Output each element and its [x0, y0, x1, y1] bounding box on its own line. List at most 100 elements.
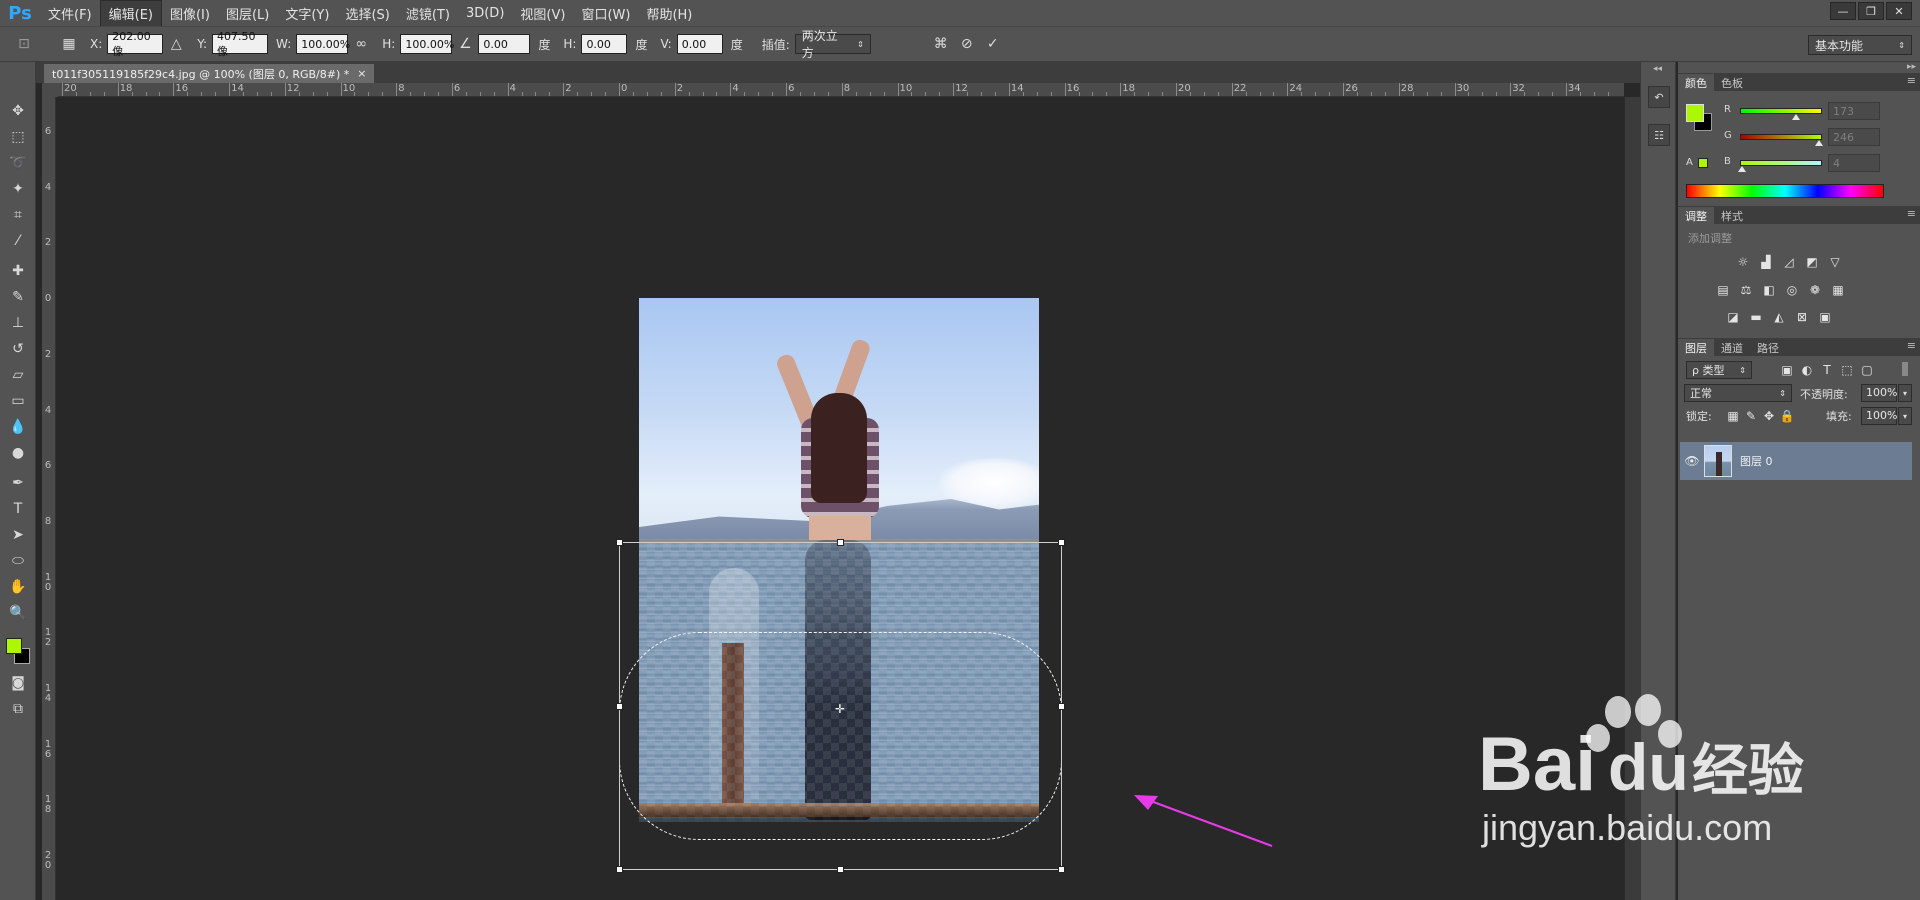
restore-button[interactable]: ❐ [1858, 2, 1884, 20]
color-lookup-icon[interactable]: ▦ [1829, 282, 1847, 298]
eraser-tool-icon[interactable]: ▱ [6, 364, 30, 386]
panel-menu-icon[interactable]: ≡ [1907, 207, 1916, 220]
menu-edit[interactable]: 编辑(E) [99, 0, 162, 27]
channel-mixer-icon[interactable]: ❁ [1806, 282, 1824, 298]
expand-arrows-icon[interactable]: ▸▸ [1907, 62, 1916, 72]
blend-mode-select[interactable]: 正常 ⇕ [1684, 384, 1792, 402]
magic-wand-tool-icon[interactable]: ✦ [6, 178, 30, 200]
photo-filter-icon[interactable]: ◎ [1783, 282, 1801, 298]
menu-filter[interactable]: 滤镜(T) [398, 1, 458, 26]
history-brush-tool-icon[interactable]: ↺ [6, 338, 30, 360]
handle-bottom-left[interactable] [616, 866, 623, 873]
tab-swatches[interactable]: 色板 [1714, 74, 1750, 91]
handle-top-center[interactable] [837, 539, 844, 546]
dodge-tool-icon[interactable]: ● [6, 442, 30, 464]
menu-layer[interactable]: 图层(L) [218, 1, 277, 26]
opacity-field[interactable]: 100% [1861, 384, 1897, 402]
width-field[interactable]: 100.00% [296, 34, 350, 54]
filter-smart-icon[interactable]: ▢ [1858, 362, 1876, 378]
selective-color-icon[interactable]: ⊠ [1793, 309, 1811, 325]
menu-3d[interactable]: 3D(D) [458, 3, 512, 24]
menu-type[interactable]: 文字(Y) [277, 1, 337, 26]
menu-window[interactable]: 窗口(W) [573, 1, 638, 26]
threshold-icon[interactable]: ◭ [1770, 309, 1788, 325]
path-selection-tool-icon[interactable]: ➤ [6, 524, 30, 546]
history-panel-icon[interactable]: ↶ [1648, 86, 1670, 108]
eyedropper-tool-icon[interactable]: ⁄ [6, 230, 30, 252]
screen-mode-icon[interactable]: ⧉ [6, 698, 30, 720]
interpolation-select[interactable]: 两次立方 ⇕ [794, 29, 871, 60]
gradient-map-icon[interactable]: ▣ [1816, 309, 1834, 325]
panel-menu-icon[interactable]: ≡ [1907, 339, 1916, 352]
panel-menu-icon[interactable]: ≡ [1907, 74, 1916, 87]
fill-field[interactable]: 100% [1861, 407, 1897, 425]
menu-select[interactable]: 选择(S) [337, 1, 397, 26]
crop-tool-icon[interactable]: ⌗ [6, 204, 30, 226]
blur-tool-icon[interactable]: 💧 [6, 416, 30, 438]
tab-adjustments[interactable]: 调整 [1678, 207, 1714, 224]
handle-top-right[interactable] [1058, 539, 1065, 546]
angle-field[interactable]: 0.00 [478, 34, 531, 54]
hand-tool-icon[interactable]: ✋ [6, 576, 30, 598]
ellipse-tool-icon[interactable]: ⬭ [6, 550, 30, 572]
close-window-button[interactable]: ✕ [1886, 2, 1912, 20]
vskew-field[interactable]: 0.00 [676, 34, 723, 54]
invert-icon[interactable]: ◪ [1724, 309, 1742, 325]
warp-mode-icon[interactable]: ⌘ [931, 34, 951, 54]
brightness-icon[interactable]: ☼ [1734, 254, 1752, 270]
brush-tool-icon[interactable]: ✎ [6, 286, 30, 308]
tab-styles[interactable]: 样式 [1714, 207, 1750, 224]
height-field[interactable]: 100.00% [400, 34, 454, 54]
lock-all-icon[interactable]: 🔒 [1778, 408, 1796, 424]
type-tool-icon[interactable]: T [6, 498, 30, 520]
handle-middle-right[interactable] [1058, 703, 1065, 710]
opacity-dropdown-icon[interactable]: ▾ [1898, 384, 1912, 402]
workspace-select[interactable]: 基本功能 ⇕ [1808, 35, 1912, 55]
blue-value[interactable]: 4 [1828, 154, 1880, 172]
minimize-button[interactable]: — [1830, 2, 1856, 20]
properties-panel-icon[interactable]: ☷ [1648, 124, 1670, 146]
levels-icon[interactable]: ▟ [1757, 254, 1775, 270]
curves-icon[interactable]: ◿ [1780, 254, 1798, 270]
color-balance-icon[interactable]: ⚖ [1737, 282, 1755, 298]
ruler-origin[interactable] [42, 83, 58, 97]
handle-middle-left[interactable] [616, 703, 623, 710]
pen-tool-icon[interactable]: ✒ [6, 472, 30, 494]
lock-transparent-icon[interactable]: ▦ [1724, 408, 1742, 424]
clone-stamp-tool-icon[interactable]: ⊥ [6, 312, 30, 334]
menu-help[interactable]: 帮助(H) [638, 1, 700, 26]
link-icon[interactable]: ∞ [351, 34, 371, 54]
hue-sat-icon[interactable]: ▤ [1714, 282, 1732, 298]
hskew-field[interactable]: 0.00 [581, 34, 628, 54]
red-slider[interactable] [1740, 108, 1822, 114]
collapse-arrows-icon[interactable]: ◂◂ [1653, 64, 1662, 74]
vibrance-icon[interactable]: ▽ [1826, 254, 1844, 270]
filter-toggle-icon[interactable] [1902, 362, 1908, 376]
foreground-color-swatch[interactable] [6, 638, 22, 654]
handle-bottom-right[interactable] [1058, 866, 1065, 873]
bw-icon[interactable]: ◧ [1760, 282, 1778, 298]
blue-slider[interactable] [1740, 160, 1822, 166]
fg-color-chip[interactable] [1686, 104, 1704, 122]
cancel-transform-icon[interactable]: ⊘ [957, 34, 977, 54]
horizontal-ruler[interactable]: 20 18 16 14 12 10 8 6 4 2 0 2 4 6 8 10 12 14 16 18 20 22 24 26 2… [58, 83, 1624, 97]
eye-icon[interactable]: 👁 [1680, 454, 1704, 468]
zoom-tool-icon[interactable]: 🔍 [6, 602, 30, 624]
quick-mask-icon[interactable]: ◙ [6, 672, 30, 694]
exposure-icon[interactable]: ◩ [1803, 254, 1821, 270]
handle-bottom-center[interactable] [837, 866, 844, 873]
menu-view[interactable]: 视图(V) [512, 1, 573, 26]
posterize-icon[interactable]: ▬ [1747, 309, 1765, 325]
menu-image[interactable]: 图像(I) [162, 1, 218, 26]
handle-top-left[interactable] [616, 539, 623, 546]
blue-slider-thumb[interactable] [1737, 166, 1746, 172]
tool-preset-icon[interactable]: ⊡ [14, 34, 34, 54]
red-value[interactable]: 173 [1828, 102, 1880, 120]
filter-pixel-icon[interactable]: ▣ [1778, 362, 1796, 378]
pivot-point-icon[interactable]: ✛ [835, 702, 845, 716]
gradient-tool-icon[interactable]: ▭ [6, 390, 30, 412]
healing-brush-tool-icon[interactable]: ✚ [6, 260, 30, 282]
relative-position-icon[interactable]: △ [166, 34, 186, 54]
x-field[interactable]: 202.00 像 [107, 30, 164, 58]
red-slider-thumb[interactable] [1791, 114, 1800, 120]
